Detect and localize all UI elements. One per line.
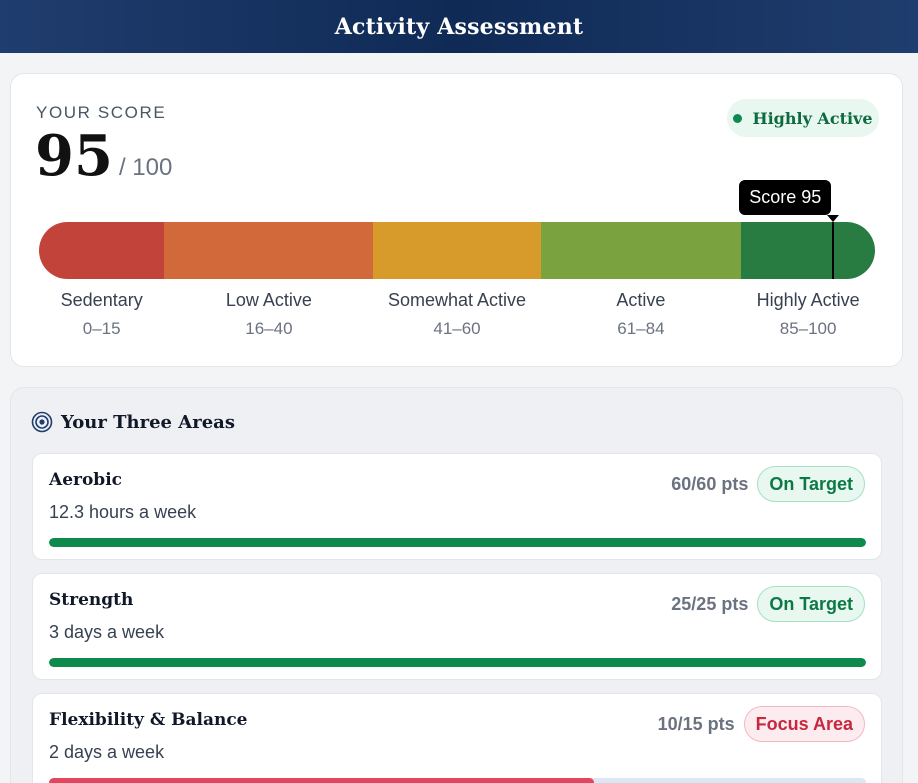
scale-category-label: Highly Active <box>756 290 860 310</box>
scale-category-label: Active <box>616 290 666 310</box>
status-badge: On Target <box>757 466 865 502</box>
area-points: 60/60 pts <box>671 473 749 494</box>
scale-category-range: 61–84 <box>617 319 665 338</box>
scale-category-range: 0–15 <box>82 319 121 338</box>
progress-track <box>49 778 866 783</box>
scale-segment <box>540 222 742 279</box>
score-value: 95 <box>35 123 113 189</box>
area-summary: 60/60 pts On Target <box>671 466 865 502</box>
progress-fill <box>49 538 866 547</box>
areas-panel: Your Three Areas Aerobic 12.3 hours a wee… <box>10 387 903 783</box>
progress-track <box>49 658 866 667</box>
area-card: Strength 3 days a week 25/25 pts On Target <box>32 573 882 680</box>
areas-header: Your Three Areas <box>31 411 235 433</box>
scale-segment <box>373 222 541 279</box>
score-marker-arrow-icon <box>827 215 840 222</box>
progress-fill <box>49 778 594 783</box>
level-badge-label: Highly Active <box>752 108 873 128</box>
scale-segment <box>741 222 875 279</box>
level-badge: Highly Active <box>727 99 879 137</box>
area-summary: 10/15 pts Focus Area <box>658 706 865 742</box>
activity-scale-bar <box>39 222 875 279</box>
area-points: 25/25 pts <box>671 593 749 614</box>
scale-category-range: 16–40 <box>245 319 293 338</box>
area-points: 10/15 pts <box>657 713 735 734</box>
score-max: / 100 <box>118 154 173 181</box>
status-badge: Focus Area <box>743 706 865 742</box>
status-badge: On Target <box>757 586 865 622</box>
score-tooltip: Score 95 <box>739 180 832 215</box>
scale-category-range: 41–60 <box>433 319 481 338</box>
area-card: Flexibility & Balance 2 days a week 10/15 … <box>32 693 882 783</box>
area-summary: 25/25 pts On Target <box>671 586 865 622</box>
score-caption: YOUR SCORE <box>36 103 167 122</box>
score-marker <box>832 222 835 279</box>
app-header: Activity Assessment <box>0 0 918 53</box>
area-card: Aerobic 12.3 hours a week 60/60 pts On Targ… <box>32 453 882 560</box>
scale-segment <box>164 222 374 279</box>
scale-category-label: Somewhat Active <box>387 290 527 310</box>
area-detail: 2 days a week <box>49 742 165 762</box>
status-dot-icon <box>733 113 743 123</box>
area-name: Aerobic <box>49 470 122 490</box>
score-card: YOUR SCORE 95 / 100 Highly Active Score … <box>10 73 903 367</box>
target-icon <box>31 411 53 433</box>
score-value-row: 95 / 100 <box>35 128 172 184</box>
area-name: Flexibility & Balance <box>49 710 248 730</box>
scale-category-label: Sedentary <box>60 290 143 310</box>
scale-category-range: 85–100 <box>779 319 837 338</box>
scale-segment <box>39 222 165 279</box>
area-detail: 3 days a week <box>49 622 165 642</box>
progress-fill <box>49 658 866 667</box>
scale-category-label: Low Active <box>225 290 312 310</box>
progress-track <box>49 538 866 547</box>
areas-title: Your Three Areas <box>61 411 235 433</box>
area-name: Strength <box>49 590 134 610</box>
page-title: Activity Assessment <box>334 13 584 40</box>
area-detail: 12.3 hours a week <box>49 502 197 522</box>
